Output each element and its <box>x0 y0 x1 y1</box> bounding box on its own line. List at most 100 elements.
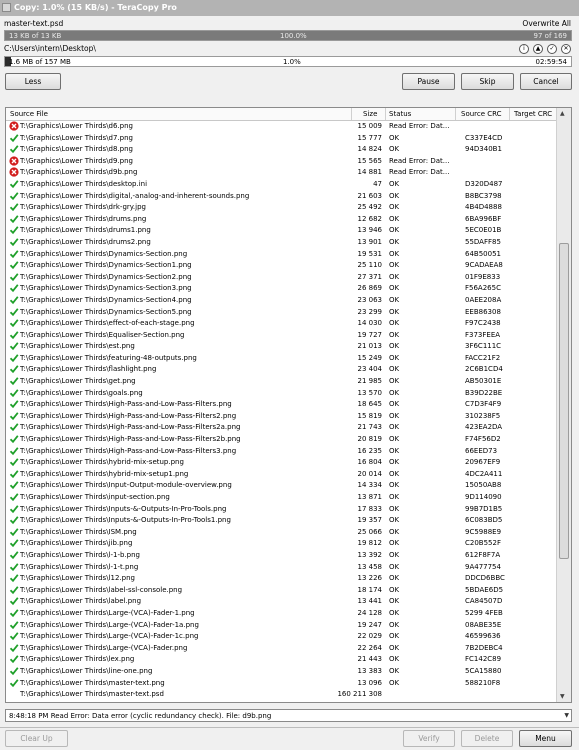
table-row[interactable]: T:\Graphics\Lower Thirds\lex.png 21 443 OK… <box>6 654 558 666</box>
error-x-icon <box>9 121 20 131</box>
table-row[interactable]: T:\Graphics\Lower Thirds\effect-of-each-… <box>6 318 558 330</box>
delete-button[interactable]: Delete <box>461 730 513 747</box>
header-size[interactable]: Size <box>363 110 377 118</box>
table-row[interactable]: T:\Graphics\Lower Thirds\l-1-b.png 13 392… <box>6 550 558 562</box>
table-row[interactable]: T:\Graphics\Lower Thirds\d9b.png 14 881 Re… <box>6 167 558 179</box>
scroll-up-arrow-icon[interactable]: ▲ <box>560 110 565 117</box>
verify-button[interactable]: Verify <box>403 730 455 747</box>
check-icon <box>9 353 20 363</box>
table-row[interactable]: T:\Graphics\Lower Thirds\Dynamics-Sectio… <box>6 249 558 261</box>
chevron-down-icon[interactable]: ▼ <box>564 712 569 719</box>
table-row[interactable]: T:\Graphics\Lower Thirds\l12.png 13 226 OK… <box>6 573 558 585</box>
table-row[interactable]: T:\Graphics\Lower Thirds\master-text.psd… <box>6 689 558 701</box>
table-row[interactable]: T:\Graphics\Lower Thirds\hybrid-mix-setu… <box>6 457 558 469</box>
log-select[interactable]: 8:48:18 PM Read Error: Data error (cycli… <box>5 709 572 722</box>
table-row[interactable]: T:\Graphics\Lower Thirds\Large-(VCA)-Fad… <box>6 631 558 643</box>
less-button[interactable]: Less <box>5 73 61 90</box>
table-row[interactable]: T:\Graphics\Lower Thirds\flashlight.png 2… <box>6 364 558 376</box>
row-file: T:\Graphics\Lower Thirds\Dynamics-Sectio… <box>20 307 192 316</box>
check-icon <box>9 179 20 189</box>
clear-up-button[interactable]: Clear Up <box>5 730 68 747</box>
table-row[interactable]: T:\Graphics\Lower Thirds\hybrid-mix-setu… <box>6 469 558 481</box>
row-source-crc: 5EC0E01B <box>465 226 502 235</box>
cancel-button[interactable]: Cancel <box>520 73 572 90</box>
row-status: OK <box>389 145 400 154</box>
table-row[interactable]: T:\Graphics\Lower Thirds\ISM.png 25 066 OK… <box>6 527 558 539</box>
table-row[interactable]: T:\Graphics\Lower Thirds\get.png 21 985 OK… <box>6 376 558 388</box>
table-row[interactable]: T:\Graphics\Lower Thirds\drums2.png 13 90… <box>6 237 558 249</box>
table-row[interactable]: T:\Graphics\Lower Thirds\Dynamics-Sectio… <box>6 283 558 295</box>
table-row[interactable]: T:\Graphics\Lower Thirds\drums1.png 13 94… <box>6 225 558 237</box>
table-row[interactable]: T:\Graphics\Lower Thirds\High-Pass-and-L… <box>6 422 558 434</box>
table-row[interactable]: T:\Graphics\Lower Thirds\input-section.p… <box>6 492 558 504</box>
table-row[interactable]: T:\Graphics\Lower Thirds\High-Pass-and-L… <box>6 411 558 423</box>
up-arrow-icon[interactable]: ▲ <box>533 44 543 54</box>
info-icon[interactable]: i <box>519 44 529 54</box>
row-file: T:\Graphics\Lower Thirds\master-text.psd <box>20 690 164 699</box>
file-list[interactable]: Source File Size Status Source CRC Targe… <box>5 107 572 703</box>
table-row[interactable]: T:\Graphics\Lower Thirds\master-text.png… <box>6 678 558 690</box>
header-status[interactable]: Status <box>389 110 411 118</box>
check-circle-icon[interactable]: ✓ <box>547 44 557 54</box>
menu-button[interactable]: Menu <box>519 730 572 747</box>
table-row[interactable]: T:\Graphics\Lower Thirds\label-ssl-conso… <box>6 585 558 597</box>
check-icon <box>9 666 20 676</box>
row-size: 19 247 <box>357 620 383 629</box>
table-row[interactable]: T:\Graphics\Lower Thirds\drk-gry.jpg 25 4… <box>6 202 558 214</box>
check-icon <box>9 538 20 548</box>
table-row[interactable]: T:\Graphics\Lower Thirds\Dynamics-Sectio… <box>6 307 558 319</box>
header-target-crc[interactable]: Target CRC <box>514 110 552 118</box>
row-file: T:\Graphics\Lower Thirds\Large-(VCA)-Fad… <box>20 608 195 617</box>
error-x-icon <box>9 156 20 166</box>
table-row[interactable]: T:\Graphics\Lower Thirds\Large-(VCA)-Fad… <box>6 643 558 655</box>
table-row[interactable]: T:\Graphics\Lower Thirds\est.png 21 013 OK… <box>6 341 558 353</box>
table-row[interactable]: T:\Graphics\Lower Thirds\Inputs-&-Output… <box>6 515 558 527</box>
file-progress-size: 13 KB of 13 KB <box>9 32 62 40</box>
table-row[interactable]: T:\Graphics\Lower Thirds\Dynamics-Sectio… <box>6 260 558 272</box>
pause-button[interactable]: Pause <box>402 73 455 90</box>
table-row[interactable]: T:\Graphics\Lower Thirds\d7.png 15 777 OK C… <box>6 133 558 145</box>
table-row[interactable]: T:\Graphics\Lower Thirds\jib.png 19 812 OK… <box>6 538 558 550</box>
row-status: OK <box>389 643 400 652</box>
row-size: 18 174 <box>357 585 383 594</box>
row-status: Read Error: Dat... <box>389 156 450 165</box>
row-source-crc: DDCD6BBC <box>465 574 505 583</box>
row-status: OK <box>389 388 400 397</box>
scrollbar-thumb[interactable] <box>559 243 569 559</box>
table-row[interactable]: T:\Graphics\Lower Thirds\Large-(VCA)-Fad… <box>6 608 558 620</box>
check-icon <box>9 596 20 606</box>
vertical-scrollbar[interactable]: ▲ ▼ <box>556 108 571 702</box>
table-row[interactable]: T:\Graphics\Lower Thirds\label.png 13 441… <box>6 596 558 608</box>
table-row[interactable]: T:\Graphics\Lower Thirds\High-Pass-and-L… <box>6 399 558 411</box>
table-row[interactable]: T:\Graphics\Lower Thirds\High-Pass-and-L… <box>6 446 558 458</box>
row-source-crc: EEB86308 <box>465 307 501 316</box>
table-row[interactable]: T:\Graphics\Lower Thirds\Equaliser-Secti… <box>6 330 558 342</box>
scroll-down-arrow-icon[interactable]: ▼ <box>560 693 565 700</box>
table-row[interactable]: T:\Graphics\Lower Thirds\Inputs-&-Output… <box>6 504 558 516</box>
close-circle-icon[interactable]: ✕ <box>561 44 571 54</box>
file-count: 97 of 169 <box>533 32 567 40</box>
table-row[interactable]: T:\Graphics\Lower Thirds\desktop.ini 47 OK… <box>6 179 558 191</box>
table-row[interactable]: T:\Graphics\Lower Thirds\Input-Output-mo… <box>6 480 558 492</box>
header-source-crc[interactable]: Source CRC <box>461 110 502 118</box>
table-row[interactable]: T:\Graphics\Lower Thirds\l-1-t.png 13 458… <box>6 562 558 574</box>
table-row[interactable]: T:\Graphics\Lower Thirds\line-one.png 13 … <box>6 666 558 678</box>
header-source-file[interactable]: Source File <box>10 110 48 118</box>
table-row[interactable]: T:\Graphics\Lower Thirds\featuring-48-ou… <box>6 353 558 365</box>
table-row[interactable]: T:\Graphics\Lower Thirds\Dynamics-Sectio… <box>6 272 558 284</box>
overwrite-mode[interactable]: Overwrite All <box>522 19 571 28</box>
table-row[interactable]: T:\Graphics\Lower Thirds\digital,-analog… <box>6 191 558 203</box>
row-status: Read Error: Dat... <box>389 168 450 177</box>
table-row[interactable]: T:\Graphics\Lower Thirds\drums.png 12 682… <box>6 214 558 226</box>
table-row[interactable]: T:\Graphics\Lower Thirds\goals.png 13 570… <box>6 388 558 400</box>
table-row[interactable]: T:\Graphics\Lower Thirds\d8.png 14 824 OK 9… <box>6 144 558 156</box>
table-row[interactable]: T:\Graphics\Lower Thirds\Large-(VCA)-Fad… <box>6 620 558 632</box>
row-source-crc: F97C2438 <box>465 319 501 328</box>
table-row[interactable]: T:\Graphics\Lower Thirds\High-Pass-and-L… <box>6 434 558 446</box>
row-file: T:\Graphics\Lower Thirds\drk-gry.jpg <box>20 203 146 212</box>
table-row[interactable]: T:\Graphics\Lower Thirds\Dynamics-Sectio… <box>6 295 558 307</box>
table-row[interactable]: T:\Graphics\Lower Thirds\d6.png 15 009 Rea… <box>6 121 558 133</box>
file-progress-percent: 100.0% <box>280 32 307 40</box>
skip-button[interactable]: Skip <box>461 73 514 90</box>
table-row[interactable]: T:\Graphics\Lower Thirds\d9.png 15 565 Rea… <box>6 156 558 168</box>
